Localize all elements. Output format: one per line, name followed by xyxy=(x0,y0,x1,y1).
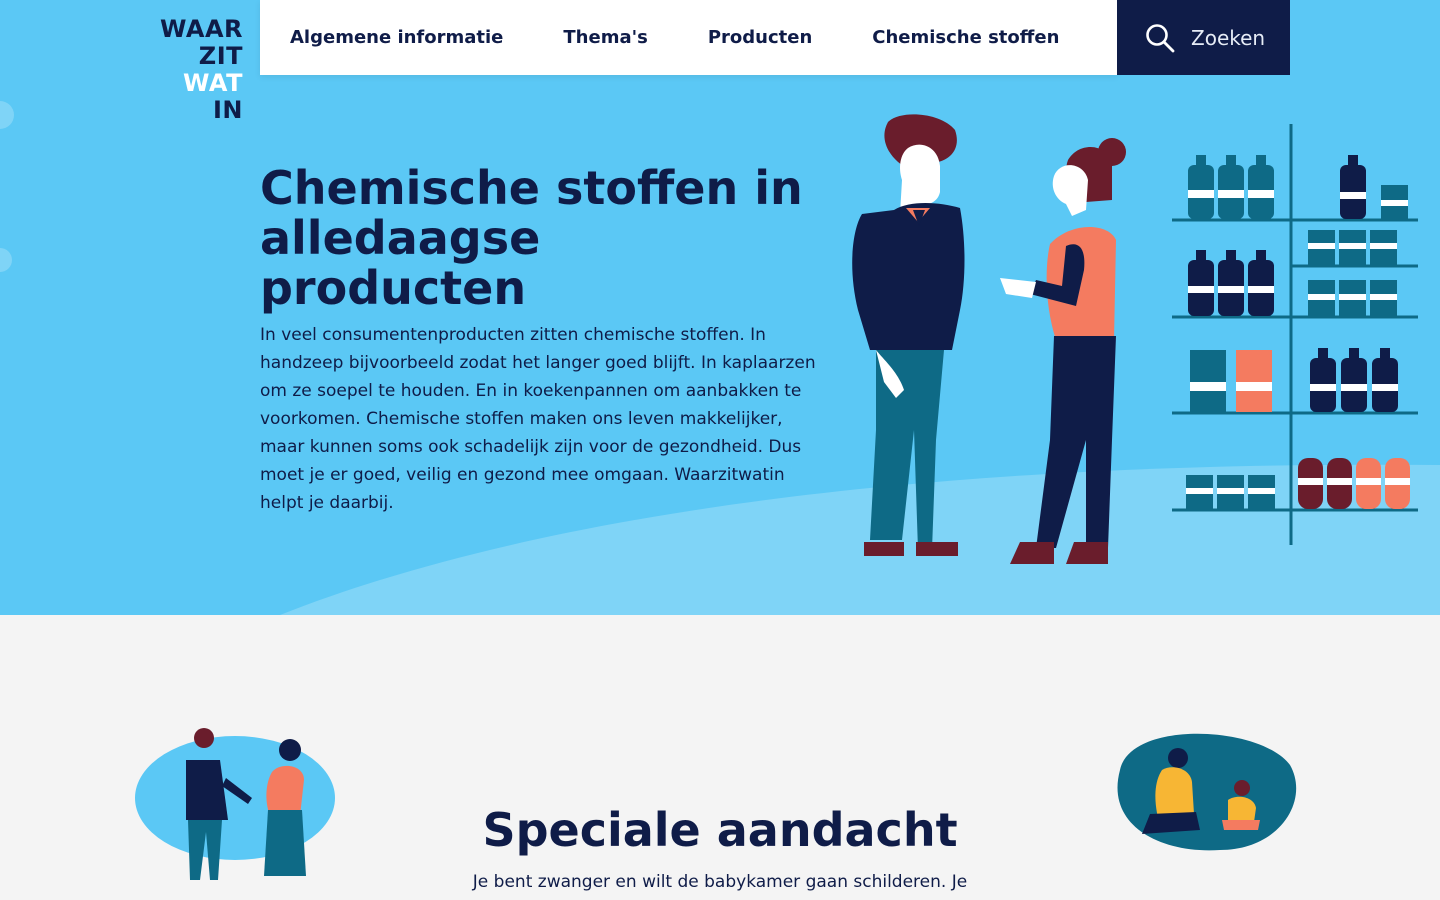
nav-item-themas[interactable]: Thema's xyxy=(563,27,647,48)
hero-title: Chemische stoffen in alledaagse producte… xyxy=(260,161,803,315)
shopping-people-illustration xyxy=(852,114,1418,564)
logo-line-2: ZIT xyxy=(198,42,243,70)
nav-item-chemische-stoffen[interactable]: Chemische stoffen xyxy=(872,27,1059,48)
man-figure xyxy=(852,114,965,556)
logo-line-3: WAT xyxy=(183,69,243,97)
parent-child-illustration xyxy=(1117,733,1297,851)
hero-description: In veel consumentenproducten zitten chem… xyxy=(260,325,816,513)
search-label: Zoeken xyxy=(1191,25,1266,50)
search-button[interactable]: Zoeken xyxy=(1117,0,1290,75)
nav-item-producten[interactable]: Producten xyxy=(708,27,812,48)
site-logo[interactable]: WAAR ZIT WAT IN xyxy=(150,16,250,124)
logo-line-1: WAAR xyxy=(159,15,243,43)
logo-line-4: IN xyxy=(212,96,243,124)
search-icon xyxy=(1146,23,1175,52)
nav-item-algemene-informatie[interactable]: Algemene informatie xyxy=(290,27,503,48)
main-navigation: Algemene informatie Thema's Producten Ch… xyxy=(260,0,1117,75)
special-attention-text: Je bent zwanger en wilt de babykamer gaa… xyxy=(472,872,968,892)
hero-section: WAAR ZIT WAT IN Algemene informatie Them… xyxy=(0,0,1440,615)
woman-figure xyxy=(1000,138,1126,564)
